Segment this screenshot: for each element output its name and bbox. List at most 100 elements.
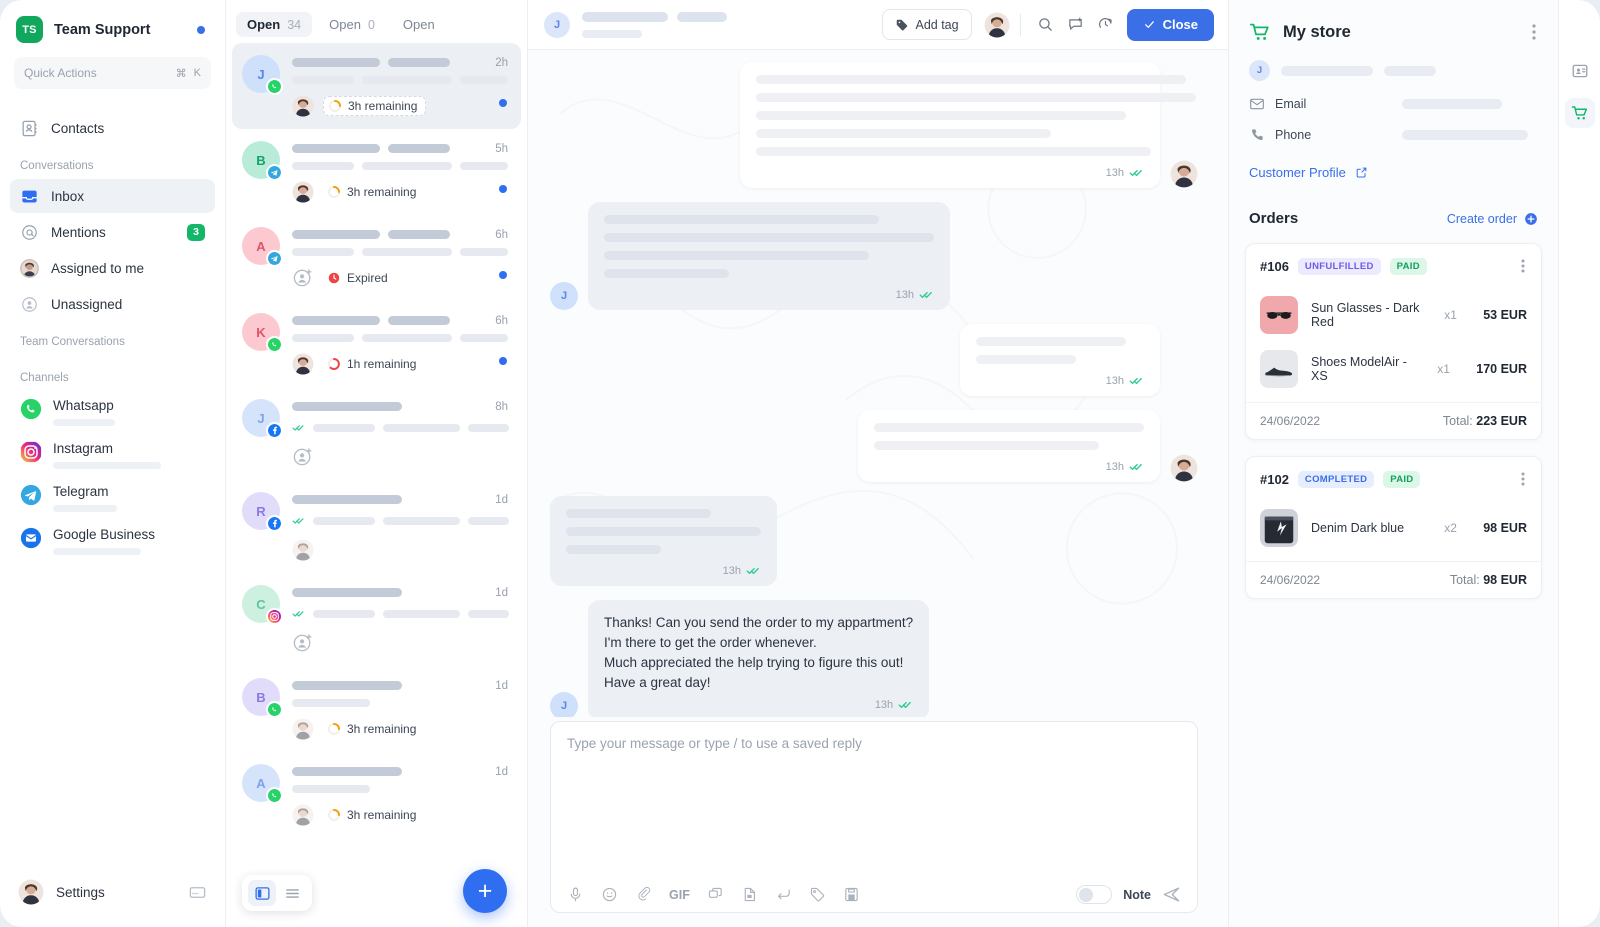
email-value-placeholder [1402, 99, 1502, 109]
kebab-icon [1532, 24, 1536, 40]
add-tag-button[interactable]: Add tag [881, 9, 972, 40]
conversation-body: 3h remaining [292, 141, 509, 203]
assignee-avatar[interactable] [984, 12, 1010, 38]
sidebar-item-inbox[interactable]: Inbox [10, 179, 215, 213]
order-menu-button[interactable] [1517, 255, 1529, 277]
mic-icon[interactable] [567, 886, 584, 903]
conversation-row[interactable]: C 1d [232, 573, 521, 666]
channel-subtext-placeholder [53, 419, 115, 426]
history-button[interactable] [1091, 10, 1121, 40]
sla-status-label: Expired [347, 271, 388, 285]
conversation-row[interactable]: A 3h remaining 1d [232, 752, 521, 838]
clock-orange-icon [327, 722, 341, 736]
message-input-box[interactable]: Type your message or type / to use a sav… [550, 721, 1198, 913]
close-conversation-button[interactable]: Close [1126, 8, 1214, 41]
conversation-row[interactable]: R 1d [232, 480, 521, 573]
conversation-rows[interactable]: J 3h remaining 2h B 3h remaining 5h A Expired 6h… [226, 43, 527, 927]
send-button[interactable] [1162, 885, 1181, 904]
assign-user-icon[interactable] [292, 632, 314, 654]
sidebar-item-contacts[interactable]: Contacts [10, 111, 215, 145]
avatar-icon [20, 258, 39, 278]
channel-item-telegram[interactable]: Telegram [10, 478, 215, 517]
plus-circle-icon [1525, 212, 1537, 225]
contact-name-placeholder [292, 58, 509, 67]
tab-open-3[interactable]: Open [392, 12, 446, 37]
conversation-meta [292, 539, 509, 561]
channel-item-whatsapp[interactable]: Whatsapp [10, 392, 215, 431]
new-conversation-button[interactable]: + [463, 869, 507, 913]
channel-item-instagram[interactable]: Instagram [10, 435, 215, 474]
brand-name: Team Support [54, 21, 151, 38]
order-card[interactable]: #102 COMPLETED PAID Denim Dark blue x2 98 EUR… [1245, 456, 1542, 599]
contact-card-button[interactable] [1565, 56, 1595, 86]
tab-open-2[interactable]: Open 0 [318, 12, 386, 37]
store-menu-button[interactable] [1528, 20, 1540, 44]
chat-messages-area[interactable]: 13h J 13h 13h 13h 13h J Thanks! Can you send th… [528, 50, 1228, 717]
assignee-avatar[interactable] [292, 718, 314, 740]
assignee-avatar[interactable] [292, 95, 314, 117]
conversation-row[interactable]: J 3h remaining 2h [232, 43, 521, 129]
header-divider [1019, 13, 1021, 36]
assign-user-icon[interactable] [292, 267, 314, 289]
tag-icon[interactable] [809, 886, 826, 903]
message-row: 13h [550, 62, 1198, 188]
document-icon[interactable] [741, 886, 758, 903]
read-receipt-icon [919, 291, 932, 299]
contact-name-placeholder [292, 681, 509, 690]
conversation-row[interactable]: J 8h [232, 387, 521, 480]
gif-icon[interactable]: GIF [669, 888, 690, 902]
view-split-button[interactable] [248, 880, 276, 906]
phone-icon [1251, 129, 1263, 141]
collapse-sidebar-icon[interactable] [188, 883, 207, 902]
view-toggle[interactable] [242, 875, 312, 911]
order-item-price: 98 EUR [1483, 521, 1527, 535]
right-panel: My store J Email Phone Customer Profile … [1228, 0, 1558, 927]
tab-open-1[interactable]: Open 34 [236, 12, 313, 37]
assign-user-icon[interactable] [292, 446, 314, 468]
sla-status-label: 1h remaining [347, 357, 417, 371]
message-avatar [1170, 160, 1198, 188]
view-list-button[interactable] [278, 880, 306, 906]
sidebar-item-mentions[interactable]: Mentions 3 [10, 215, 215, 249]
order-card[interactable]: #106 UNFULFILLED PAID Sun Glasses - Dark Re… [1245, 243, 1542, 440]
assignee-avatar[interactable] [292, 804, 314, 826]
assignee-avatar[interactable] [292, 353, 314, 375]
read-receipt-icon [292, 425, 304, 431]
sidebar-item-label: Inbox [51, 188, 85, 204]
order-menu-button[interactable] [1517, 468, 1529, 490]
message-bubble: 13h [740, 62, 1196, 188]
saved-reply-icon[interactable] [707, 886, 724, 903]
order-total: Total: 223 EUR [1442, 414, 1527, 428]
conversation-row[interactable]: B 3h remaining 5h [232, 129, 521, 215]
channel-item-google-business[interactable]: Google Business [10, 521, 215, 560]
conversation-row[interactable]: B 3h remaining 1d [232, 666, 521, 752]
assignee-avatar[interactable] [292, 181, 314, 203]
preview-placeholder [292, 334, 509, 342]
preview-placeholder [292, 606, 510, 621]
search-button[interactable] [1031, 10, 1061, 40]
email-label: Email [1275, 97, 1307, 111]
notes-button[interactable] [1061, 10, 1091, 40]
app-window: TS Team Support Quick Actions ⌘ K Contac… [0, 0, 1600, 927]
template-icon[interactable] [843, 886, 860, 903]
sidebar-item-assigned-to-me[interactable]: Assigned to me [10, 251, 215, 285]
customer-profile-link[interactable]: Customer Profile [1249, 165, 1368, 180]
note-toggle[interactable] [1076, 885, 1113, 904]
message-text: Thanks! Can you send the order to my app… [604, 615, 914, 690]
reply-icon[interactable] [775, 886, 792, 903]
sidebar-item-unassigned[interactable]: Unassigned [10, 287, 215, 321]
message-time: 13h [722, 564, 741, 577]
user-avatar[interactable] [18, 879, 44, 905]
emoji-icon[interactable] [601, 886, 618, 903]
message-bubble: 13h [960, 324, 1160, 396]
assignee-avatar[interactable] [292, 539, 314, 561]
quick-actions-input[interactable]: Quick Actions ⌘ K [14, 57, 211, 89]
attachment-icon[interactable] [635, 886, 652, 903]
contact-avatar: C [242, 585, 283, 625]
tab-label: Open [402, 17, 435, 32]
create-order-button[interactable]: Create order [1447, 212, 1538, 226]
store-cart-button[interactable] [1564, 98, 1595, 128]
conversation-row[interactable]: A Expired 6h [232, 215, 521, 301]
channel-text: Google Business [53, 526, 205, 555]
conversation-row[interactable]: K 1h remaining 6h [232, 301, 521, 387]
